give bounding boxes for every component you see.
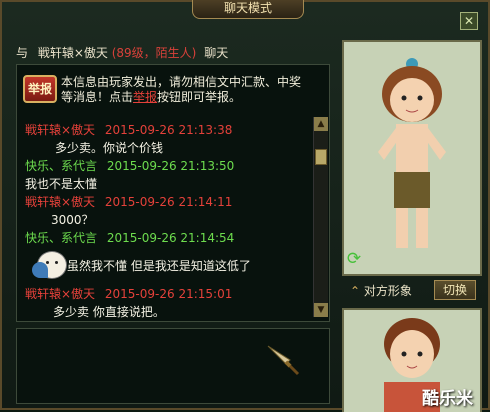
- fan-face-emoticon-icon: [32, 251, 67, 279]
- message-meta: 戦轩辕×傲天 2015-09-26 21:13:38: [25, 121, 232, 138]
- close-icon: ✕: [463, 14, 475, 28]
- message-meta: 戦轩辕×傲天 2015-09-26 21:15:01: [25, 285, 232, 302]
- close-button[interactable]: ✕: [460, 12, 478, 30]
- character-figure-icon: [378, 58, 446, 248]
- scroll-thumb[interactable]: [315, 149, 327, 165]
- watermark: 酷乐米: [422, 389, 473, 409]
- target-appearance-label: ⌃ 对方形象: [350, 284, 412, 298]
- send-dagger-icon[interactable]: [266, 342, 302, 378]
- header-suffix: 聊天: [204, 46, 229, 60]
- scroll-down-icon[interactable]: ▼: [314, 303, 328, 317]
- message-meta: 快乐、系代言 2015-09-26 21:13:50: [25, 157, 234, 174]
- message-time: 2015-09-26 21:13:38: [104, 123, 233, 137]
- message-time: 2015-09-26 21:15:01: [104, 287, 233, 301]
- chat-header: 与 戦轩辕×傲天 (89级，陌生人) 聊天: [16, 44, 228, 61]
- refresh-icon[interactable]: ⟳: [345, 250, 363, 268]
- sender-name[interactable]: 戦轩辕×傲天: [25, 195, 95, 209]
- chat-scrollbar[interactable]: ▲ ▼: [313, 117, 328, 317]
- report-link[interactable]: 举报: [133, 90, 157, 104]
- message-time: 2015-09-26 21:14:11: [104, 195, 233, 209]
- message-text: 多少卖 你直接说把。: [53, 305, 165, 319]
- message-meta: 快乐、系代言 2015-09-26 21:14:54: [25, 229, 234, 246]
- header-name: 戦轩辕×傲天: [37, 46, 108, 60]
- message-text: 我也不是太懂: [25, 177, 98, 191]
- message-time: 2015-09-26 21:14:54: [106, 231, 235, 245]
- message-meta: 戦轩辕×傲天 2015-09-26 21:14:11: [25, 193, 232, 210]
- report-button[interactable]: 举报: [23, 75, 57, 103]
- message-time: 2015-09-26 21:13:50: [106, 159, 235, 173]
- sender-name[interactable]: 戦轩辕×傲天: [25, 287, 95, 301]
- message-list: 戦轩辕×傲天 2015-09-26 21:13:38 多少卖。你说个价钱 快乐、…: [23, 119, 313, 319]
- sender-name[interactable]: 戦轩辕×傲天: [25, 123, 95, 137]
- message-text: 虽然我不懂 但是我还是知道这低了: [67, 259, 251, 273]
- window-title: 聊天模式: [192, 0, 304, 19]
- switch-button[interactable]: 切换: [434, 280, 476, 300]
- header-info: (89级，陌生人): [111, 46, 197, 60]
- warning-notice: 本信息由玩家发出，请勿相信文中汇款、中奖等消息！点击举报按钮即可举报。: [61, 75, 302, 104]
- message-text: 多少卖。你说个价钱: [55, 141, 164, 155]
- message-text: 3000？: [51, 213, 94, 227]
- chat-history-panel: 举报 本信息由玩家发出，请勿相信文中汇款、中奖等消息！点击举报按钮即可举报。 戦…: [16, 64, 330, 322]
- scroll-up-icon[interactable]: ▲: [314, 117, 328, 131]
- sender-name[interactable]: 快乐、系代言: [25, 231, 97, 245]
- self-avatar-portrait: [342, 40, 482, 276]
- sender-name[interactable]: 快乐、系代言: [25, 159, 97, 173]
- chat-window: 聊天模式 ✕ 与 戦轩辕×傲天 (89级，陌生人) 聊天 举报 本信息由玩家发出…: [0, 0, 490, 412]
- header-prefix: 与: [16, 46, 29, 60]
